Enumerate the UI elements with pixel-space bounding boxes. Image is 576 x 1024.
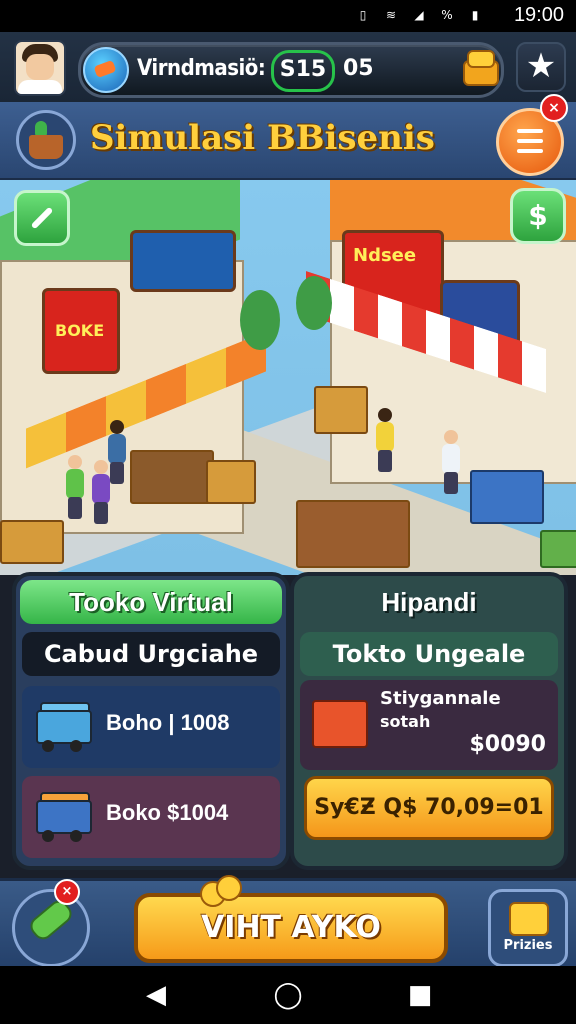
player-avatar[interactable] bbox=[14, 40, 66, 96]
right-panel-subheader[interactable]: Tokto Ungeale bbox=[300, 632, 558, 676]
right-shop-sign-text: Ndsee bbox=[353, 245, 417, 266]
top-bar: Virndmasiö: S15 05 ★ bbox=[0, 32, 576, 104]
title-bar: Simulasi BBisenis × bbox=[0, 94, 576, 181]
left-shop-sign: BOKE bbox=[42, 288, 120, 374]
gems-count: 05 bbox=[343, 56, 374, 81]
food-cart-icon bbox=[36, 702, 92, 752]
main-action-button[interactable]: VIHT AYKO bbox=[134, 893, 448, 963]
home-icon[interactable]: ◯ bbox=[268, 980, 308, 1010]
chest-icon bbox=[312, 700, 368, 748]
money-pill[interactable]: Virndmasiö: S15 05 bbox=[78, 42, 504, 98]
left-shop-billboard bbox=[130, 230, 236, 292]
bottom-bar: × VIHT AYKO Prizies bbox=[0, 875, 576, 969]
virtual-shop-panel: Tooko Virtual Cabud Urgciahe Boho | 1008… bbox=[12, 572, 290, 870]
status-time: 19:00 bbox=[513, 4, 564, 26]
coin-bag-icon bbox=[200, 875, 242, 907]
prizes-button[interactable]: Prizies bbox=[488, 889, 568, 967]
shop-item-row[interactable]: Boho | 1008 bbox=[22, 686, 280, 768]
potion-button[interactable] bbox=[12, 889, 90, 967]
left-shop-sign-text: BOKE bbox=[55, 321, 105, 340]
prizes-label: Prizies bbox=[503, 938, 553, 953]
back-icon[interactable]: ◀ bbox=[136, 980, 176, 1010]
percent-icon: % bbox=[441, 8, 453, 22]
cash-button[interactable]: $ bbox=[510, 188, 566, 244]
upgrade-panel: Hipandi Tokto Ungeale Stiygannale sotah … bbox=[290, 572, 568, 870]
wifi-icon: ≋ bbox=[385, 8, 397, 22]
money-value: S15 bbox=[271, 50, 335, 92]
status-bar: ▯ ≋ ◢ % ▮ 19:00 bbox=[0, 0, 576, 32]
vibrate-icon: ▯ bbox=[359, 8, 367, 22]
shop-item-row[interactable]: Boko $1004 bbox=[22, 776, 280, 858]
shop-item-label: Boho | 1008 bbox=[106, 710, 230, 735]
upgrade-item-row[interactable]: Stiygannale sotah $0090 bbox=[300, 680, 558, 770]
status-icons: ▯ ≋ ◢ % ▮ bbox=[354, 6, 484, 24]
signal-icon: ◢ bbox=[414, 8, 424, 22]
game-title: Simulasi BBisenis bbox=[90, 118, 435, 158]
prize-chest-icon bbox=[509, 902, 549, 936]
star-icon[interactable]: ★ bbox=[516, 42, 566, 92]
build-tool-button[interactable] bbox=[14, 190, 70, 246]
upgrade-item-name: Stiygannale bbox=[380, 688, 501, 709]
money-icon bbox=[83, 47, 129, 93]
money-label: Virndmasiö: bbox=[137, 56, 266, 81]
food-cart-icon bbox=[36, 792, 92, 842]
left-panel-header[interactable]: Tooko Virtual bbox=[20, 580, 282, 624]
menu-badge: × bbox=[540, 94, 568, 122]
shop-scene[interactable]: BOKE Ndsee $ bbox=[0, 180, 576, 575]
system-nav-bar: ◀ ◯ ■ bbox=[0, 966, 576, 1024]
shop-basket-icon bbox=[16, 110, 76, 170]
gift-icon[interactable] bbox=[459, 48, 499, 88]
left-panel-subheader[interactable]: Cabud Urgciahe bbox=[22, 632, 280, 676]
upgrade-item-desc: sotah bbox=[380, 712, 431, 731]
buy-button[interactable]: Sy€Ƶ Q$ 70,09=01 bbox=[304, 776, 554, 840]
potion-badge: × bbox=[54, 879, 80, 905]
shop-item-label: Boko $1004 bbox=[106, 800, 229, 825]
recents-icon[interactable]: ■ bbox=[400, 980, 440, 1010]
right-panel-header[interactable]: Hipandi bbox=[298, 580, 560, 624]
upgrade-item-price: $0090 bbox=[469, 732, 546, 757]
battery-icon: ▮ bbox=[471, 8, 479, 22]
